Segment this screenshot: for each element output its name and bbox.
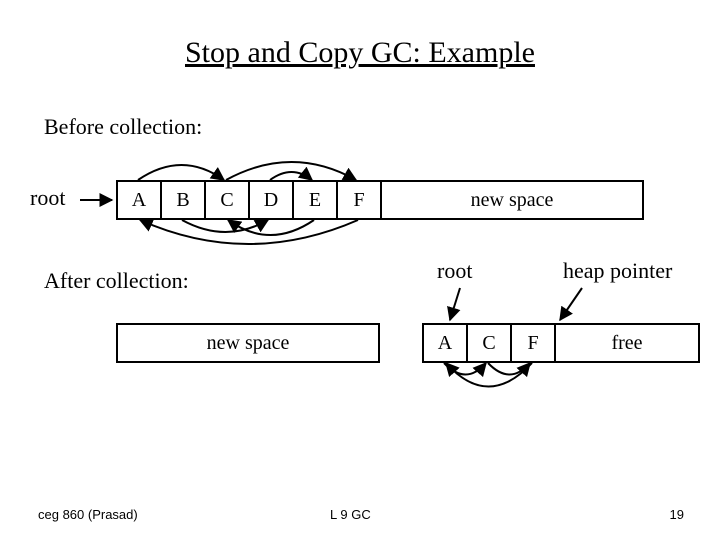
cell-A: A [118,182,162,218]
before-collection-label: Before collection: [44,114,202,140]
heap-after-right: A C F free [422,323,700,363]
cell-D: D [250,182,294,218]
cell-E: E [294,182,338,218]
heap-pointer-label: heap pointer [563,258,672,284]
slide-title: Stop and Copy GC: Example [0,36,720,70]
cell2-C: C [468,325,512,361]
free-label: free [556,325,698,361]
cell-B: B [162,182,206,218]
footer-mid: L 9 GC [330,507,371,522]
new-space-before: new space [382,182,642,218]
footer-left: ceg 860 (Prasad) [38,507,138,522]
new-space-after: new space [118,325,378,361]
cell2-F: F [512,325,556,361]
heap-after-left: new space [116,323,380,363]
root-label-after: root [437,258,472,284]
root-label-before: root [30,185,65,211]
cell-C: C [206,182,250,218]
cell-F: F [338,182,382,218]
heap-before: A B C D E F new space [116,180,644,220]
after-collection-label: After collection: [44,268,189,294]
cell2-A: A [424,325,468,361]
footer-right: 19 [670,507,684,522]
